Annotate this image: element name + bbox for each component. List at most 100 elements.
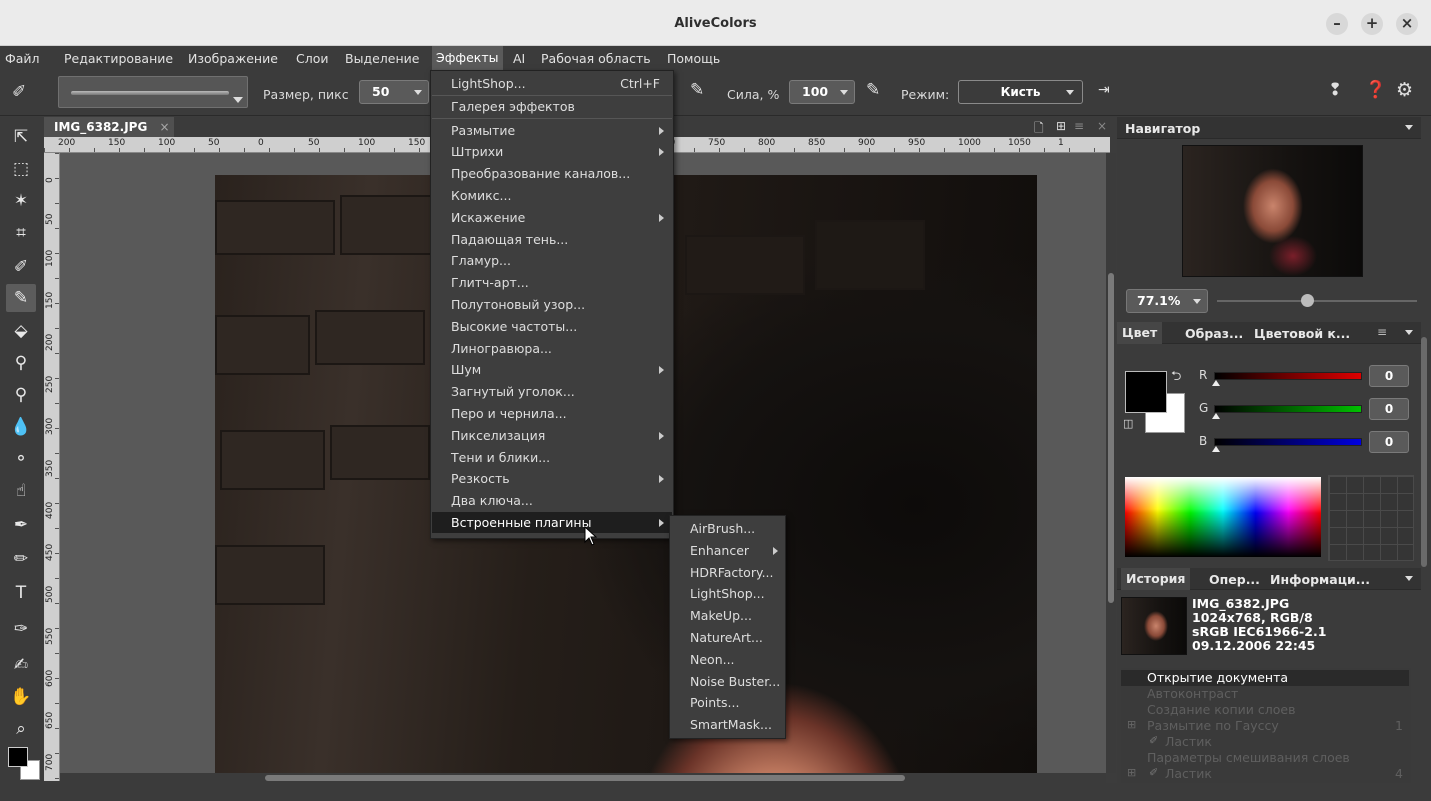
effect-brush-tool-icon[interactable]: ✒ [6, 511, 36, 539]
menu-edit[interactable]: Редактирование [64, 51, 173, 66]
zoom-tool-icon[interactable]: ⌕ [6, 715, 36, 743]
plugins-submenu-item[interactable]: Noise Buster... [671, 671, 784, 693]
rect-select-tool-icon[interactable]: ⬚ [6, 155, 36, 183]
plugins-submenu-item[interactable]: MakeUp... [671, 605, 784, 627]
effects-menu-item[interactable]: Перо и чернила... [432, 403, 672, 424]
effects-menu-item[interactable]: Галерея эффектов [432, 96, 672, 117]
mode-select[interactable]: Кисть [958, 80, 1083, 104]
effects-menu-item[interactable]: Комикс... [432, 185, 672, 206]
effects-menu-item[interactable]: Гламур... [432, 250, 672, 271]
magic-wand-tool-icon[interactable]: ✶ [6, 187, 36, 215]
menu-file[interactable]: Файл [5, 51, 40, 66]
maximize-button[interactable]: + [1361, 13, 1383, 35]
pen-tool-icon[interactable]: ✑ [6, 615, 36, 643]
effects-menu-item[interactable]: Штрихи [432, 141, 672, 162]
crop-tool-icon[interactable]: ⌗ [6, 219, 36, 247]
menu-selection[interactable]: Выделение [345, 51, 419, 66]
tab-operations[interactable]: Опер... [1209, 572, 1260, 587]
slider-caret-icon[interactable] [1212, 380, 1220, 386]
zoom-slider[interactable] [1217, 294, 1417, 307]
tab-info[interactable]: Информаци... [1270, 572, 1370, 587]
effects-menu-item[interactable]: Полутоновый узор... [432, 294, 672, 315]
slider-caret-icon[interactable] [1212, 413, 1220, 419]
hand-tool-icon[interactable]: ✋ [6, 683, 36, 711]
menu-image[interactable]: Изображение [188, 51, 278, 66]
effects-menu-item[interactable]: Встроенные плагины [432, 512, 672, 533]
history-item[interactable]: Открытие документа [1121, 670, 1409, 686]
blue-channel-value[interactable]: 0 [1369, 431, 1409, 453]
plugins-submenu-item[interactable]: LightShop... [671, 583, 784, 605]
eraser-tool-icon[interactable]: ✎ [6, 284, 36, 312]
grid-view-icon[interactable]: ⊞ [1056, 119, 1066, 133]
history-item[interactable]: Параметры смешивания слоев [1121, 750, 1409, 766]
effects-menu-item[interactable]: Высокие частоты... [432, 316, 672, 337]
history-item[interactable]: Ластик [1121, 734, 1409, 750]
menu-help[interactable]: Помощь [667, 51, 720, 66]
effects-menu-item[interactable]: Падающая тень... [432, 229, 672, 250]
foreground-color-swatch[interactable] [8, 747, 28, 767]
reset-colors-icon[interactable]: ◫ [1123, 417, 1133, 430]
history-item[interactable]: Размытие по Гауссу 1 [1121, 718, 1409, 734]
vertical-scrollbar[interactable] [1106, 153, 1116, 773]
plugins-submenu-item[interactable]: HDRFactory... [671, 562, 784, 584]
feedback-icon[interactable]: ❢ [1328, 80, 1342, 100]
brush-pressure-icon[interactable]: ✎ [690, 80, 704, 100]
effects-menu-item[interactable]: Преобразование каналов... [432, 163, 672, 184]
menu-layers[interactable]: Слои [296, 51, 329, 66]
history-item[interactable]: Автоконтраст [1121, 686, 1409, 702]
effects-menu-item[interactable]: Два ключа... [432, 490, 672, 511]
zoom-combo[interactable]: 77.1% [1126, 289, 1208, 313]
scrollbar-thumb[interactable] [265, 775, 905, 781]
tab-color-circle[interactable]: Цветовой к... [1254, 326, 1350, 341]
color-spectrum[interactable] [1125, 477, 1321, 557]
strength-combo[interactable]: 100 [789, 80, 855, 104]
plugins-submenu-item[interactable]: Neon... [671, 649, 784, 671]
eraser-tool-icon[interactable]: ✐ [12, 82, 26, 102]
panel-menu-icon[interactable]: ≡ [1377, 325, 1387, 339]
effects-menu-item[interactable]: Искажение [432, 207, 672, 228]
menu-effects[interactable]: Эффекты [432, 46, 503, 70]
chevron-down-icon[interactable] [1405, 125, 1413, 130]
effects-menu-item[interactable]: Резкость [432, 468, 672, 489]
green-channel-slider[interactable] [1214, 405, 1362, 413]
swatch-grid[interactable] [1328, 475, 1414, 561]
plugins-submenu-item[interactable]: Enhancer [671, 540, 784, 562]
move-tool-icon[interactable]: ⇱ [6, 123, 36, 151]
right-panel-scrollbar[interactable] [1421, 337, 1427, 567]
help-icon[interactable]: ❓ [1365, 80, 1386, 100]
effects-menu-item[interactable]: Линогравюра... [432, 338, 672, 359]
plugins-submenu-item[interactable]: NatureArt... [671, 627, 784, 649]
effects-menu-item[interactable]: Загнутый уголок... [432, 381, 672, 402]
brush-tool-icon[interactable]: ✐ [6, 253, 36, 281]
close-button[interactable]: × [1396, 13, 1418, 35]
clone-tool-icon[interactable]: ⚲ [6, 381, 36, 409]
plugins-submenu-item[interactable]: SmartMask... [671, 714, 784, 736]
red-channel-slider[interactable] [1214, 372, 1362, 380]
zoom-slider-knob[interactable] [1301, 294, 1314, 307]
tab-close-icon[interactable]: × [160, 120, 170, 134]
stamp-tool-icon[interactable]: ⚲ [6, 349, 36, 377]
history-item[interactable]: Создание копии слоев [1121, 702, 1409, 718]
menu-ai[interactable]: AI [513, 51, 525, 66]
foreground-color-swatch[interactable] [1125, 371, 1167, 413]
green-channel-value[interactable]: 0 [1369, 398, 1409, 420]
smudge-tool-icon[interactable]: ☝ [6, 477, 36, 505]
chevron-down-icon[interactable] [1405, 576, 1413, 581]
effects-menu-item[interactable]: Пикселизация [432, 425, 672, 446]
expand-icon[interactable]: ⊞ [1127, 766, 1136, 779]
slider-caret-icon[interactable] [1212, 446, 1220, 452]
strength-pressure-icon[interactable]: ✎ [866, 80, 880, 100]
panel-toggle-icon[interactable]: ⇥ [1098, 82, 1110, 98]
tabs-menu-icon[interactable]: ≡ [1074, 119, 1084, 133]
menu-workspace[interactable]: Рабочая область [541, 51, 651, 66]
plugins-submenu-item[interactable]: AirBrush... [671, 518, 784, 540]
eyedropper-tool-icon[interactable]: ✍ [6, 651, 36, 679]
scrollbar-thumb[interactable] [1108, 273, 1114, 603]
dodge-tool-icon[interactable]: ⚬ [6, 445, 36, 473]
tab-history[interactable]: История [1121, 568, 1191, 590]
gear-icon[interactable]: ⚙ [1396, 79, 1413, 101]
blur-tool-icon[interactable]: 💧 [6, 413, 36, 441]
effects-menu-item[interactable]: Шум [432, 359, 672, 380]
effects-menu-item[interactable]: Тени и блики... [432, 447, 672, 468]
expand-icon[interactable]: ⊞ [1127, 718, 1136, 731]
